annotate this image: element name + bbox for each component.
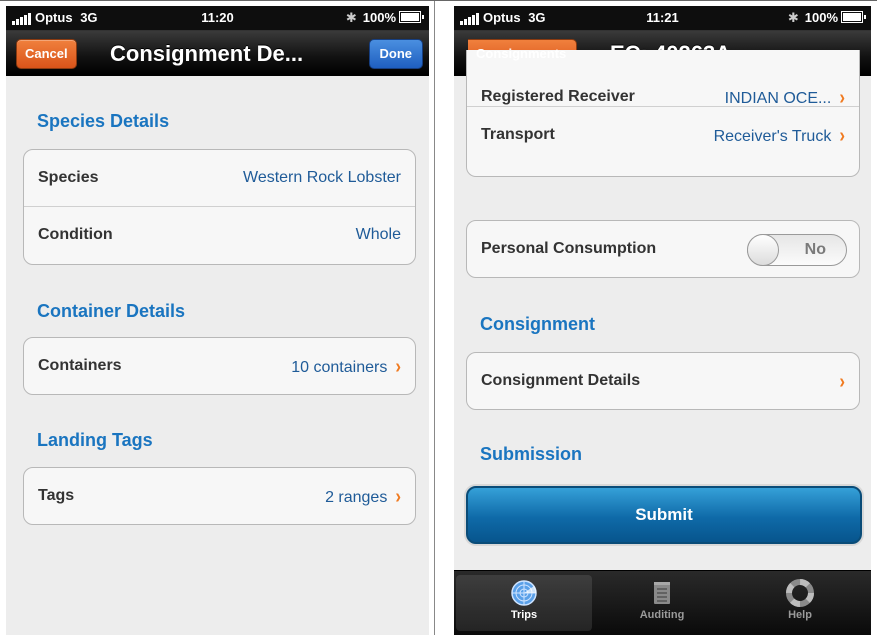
row-label: Consignment Details: [481, 372, 641, 389]
row-value: 10 containers ›: [291, 355, 401, 378]
row-value: Whole: [355, 226, 401, 243]
tab-bar: Trips Auditing Help: [454, 570, 871, 635]
battery-percent: 100%: [362, 10, 396, 25]
receiver-value: INDIAN OCE...: [724, 90, 832, 107]
tab-label: Help: [788, 609, 812, 621]
tab-trips[interactable]: Trips: [456, 575, 592, 631]
cancel-button[interactable]: Cancel: [16, 39, 77, 69]
battery: ✱ 100%: [345, 10, 424, 26]
back-label: Consignments: [476, 46, 567, 61]
containers-value: 10 containers: [291, 359, 388, 376]
row-label: Transport: [481, 126, 555, 143]
notepad-icon: [654, 582, 670, 604]
personal-consumption-toggle[interactable]: No: [747, 234, 847, 266]
containers-row[interactable]: Containers 10 containers ›: [24, 338, 415, 394]
tags-value: 2 ranges: [325, 489, 388, 506]
species-group: Species Western Rock Lobster Condition W…: [23, 149, 416, 265]
chevron-right-icon: ›: [839, 124, 845, 147]
tab-label: Auditing: [639, 609, 685, 621]
page-title: Consignment De...: [110, 41, 304, 66]
left-screen: Optus 3G 11:20 ✱ 100% Cancel Consignment …: [6, 6, 429, 635]
transport-value: Receiver's Truck: [713, 128, 832, 145]
row-label: Personal Consumption: [481, 240, 657, 257]
section-landing-tags: Landing Tags: [37, 430, 153, 450]
chevron-right-icon: ›: [839, 370, 845, 393]
row-label: Containers: [38, 357, 122, 374]
chevron-right-icon: ›: [395, 485, 401, 508]
navigation-bar: Cancel Consignment De... Done: [6, 31, 429, 76]
personal-consumption-row: Personal Consumption No: [467, 221, 859, 277]
toggle-text: No: [804, 241, 826, 258]
transport-row[interactable]: Transport Receiver's Truck ›: [467, 106, 859, 163]
consignment-details-row[interactable]: Consignment Details ›: [467, 353, 859, 409]
row-value: INDIAN OCE... ›: [724, 86, 845, 109]
right-screen: Optus 3G 11:21 ✱100% Consignments EC: 40…: [454, 6, 871, 635]
chevron-right-icon: ›: [395, 355, 401, 378]
tab-help[interactable]: Help: [732, 575, 868, 631]
section-submission: Submission: [480, 444, 583, 464]
consignment-group: Consignment Details ›: [466, 352, 860, 410]
status-bar: Optus 3G 11:20 ✱ 100%: [6, 6, 429, 31]
section-species-details: Species Details: [37, 111, 170, 131]
container-group: Containers 10 containers ›: [23, 337, 416, 395]
species-row[interactable]: Species Western Rock Lobster: [24, 150, 415, 206]
row-value: 2 ranges ›: [325, 485, 401, 508]
row-label: Registered Receiver: [481, 88, 635, 105]
row-label: Tags: [38, 487, 75, 504]
radar-icon: [511, 580, 537, 606]
row-label: Condition: [38, 226, 113, 243]
battery-icon: [399, 11, 424, 23]
row-value: ›: [831, 370, 845, 393]
header-overlay: [454, 6, 871, 75]
bluetooth-icon: ✱: [345, 10, 357, 25]
tab-label: Trips: [510, 609, 538, 621]
section-consignment: Consignment: [480, 314, 595, 334]
tags-row[interactable]: Tags 2 ranges ›: [24, 468, 415, 524]
screen-divider: [434, 0, 435, 635]
toggle-knob[interactable]: [747, 234, 779, 266]
tab-auditing[interactable]: Auditing: [594, 575, 730, 631]
done-button[interactable]: Done: [368, 39, 423, 69]
condition-row[interactable]: Condition Whole: [24, 206, 415, 263]
row-value: Western Rock Lobster: [243, 169, 401, 186]
submit-button[interactable]: Submit: [466, 486, 862, 544]
personal-consumption-group: Personal Consumption No: [466, 220, 860, 278]
section-container-details: Container Details: [37, 301, 186, 321]
landing-group: Tags 2 ranges ›: [23, 467, 416, 525]
top-divider: [0, 0, 877, 1]
row-value: Receiver's Truck ›: [713, 124, 845, 147]
lifebuoy-icon: [786, 579, 814, 607]
row-label: Species: [38, 169, 99, 186]
